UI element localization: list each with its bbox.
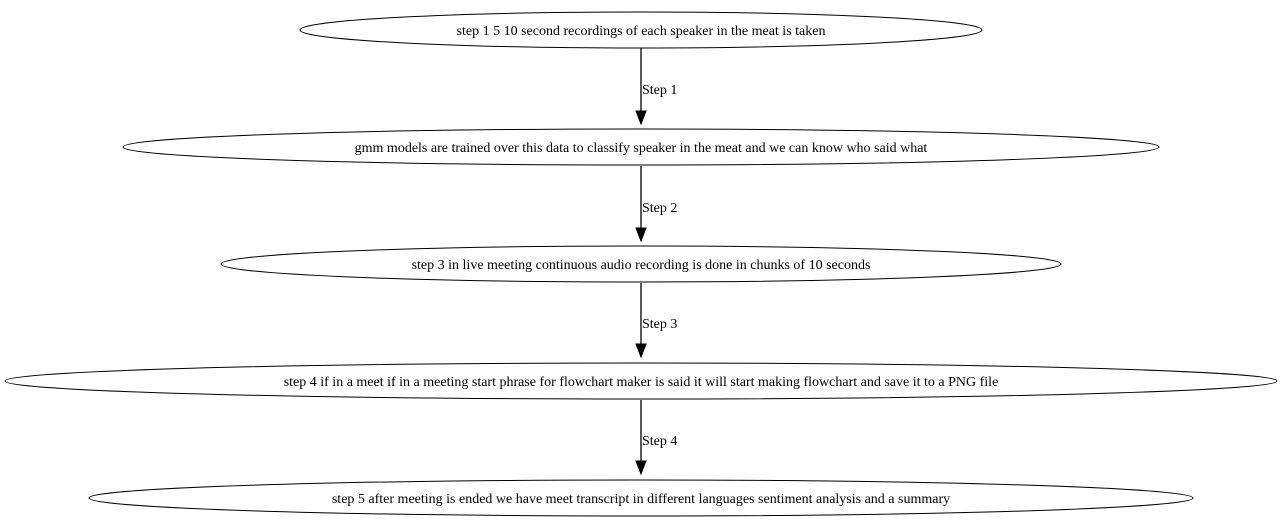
edge-step-2: Step 2 <box>635 166 677 243</box>
edge-label: Step 4 <box>642 434 677 449</box>
edge-label: Step 3 <box>642 317 677 332</box>
edge-label: Step 1 <box>642 83 677 98</box>
node-label: step 1 5 10 second recordings of each sp… <box>457 24 826 39</box>
node-step-5: step 5 after meeting is ended we have me… <box>88 479 1194 517</box>
arrowhead-icon <box>635 227 647 243</box>
edge-step-4: Step 4 <box>635 400 677 476</box>
node-step-1: step 1 5 10 second recordings of each sp… <box>299 11 983 49</box>
edge-step-3: Step 3 <box>635 283 677 359</box>
edge-step-1: Step 1 <box>635 48 677 126</box>
arrowhead-icon <box>635 343 647 359</box>
flowchart-diagram: Step 1 Step 2 Step 3 Step 4 step 1 5 10 … <box>4 11 1278 517</box>
arrowhead-icon <box>635 110 647 126</box>
node-label: gmm models are trained over this data to… <box>355 141 928 156</box>
node-step-4: step 4 if in a meet if in a meeting star… <box>4 362 1278 400</box>
edge-label: Step 2 <box>642 201 677 216</box>
arrowhead-icon <box>635 460 647 476</box>
node-label: step 3 in live meeting continuous audio … <box>412 258 871 273</box>
node-label: step 5 after meeting is ended we have me… <box>332 492 950 507</box>
node-step-3: step 3 in live meeting continuous audio … <box>220 245 1062 283</box>
node-step-2: gmm models are trained over this data to… <box>122 128 1160 166</box>
node-label: step 4 if in a meet if in a meeting star… <box>284 375 999 390</box>
